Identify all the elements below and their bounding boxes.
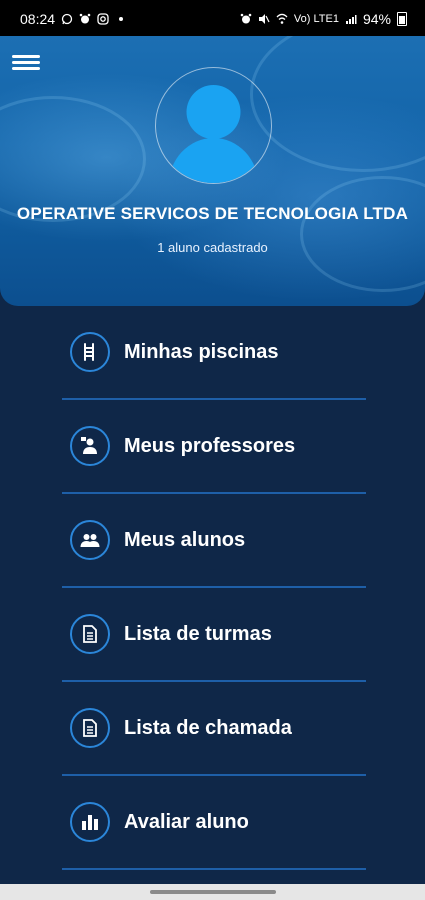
wifi-icon	[276, 13, 288, 24]
alarm-icon	[240, 13, 252, 24]
menu-item-label: Meus professores	[124, 434, 296, 457]
status-time: 08:24	[20, 11, 56, 27]
status-left: 08:24	[20, 11, 124, 27]
profile-header: OPERATIVE SERVICOS DE TECNOLOGIA LTDA 1 …	[0, 36, 425, 306]
system-nav-bar	[0, 884, 425, 900]
document-icon	[70, 708, 110, 748]
teacher-icon	[70, 426, 110, 466]
students-count: 1 aluno cadastrado	[157, 240, 268, 255]
mute-icon	[258, 14, 270, 24]
background-wave	[250, 36, 425, 172]
hamburger-menu-icon[interactable]	[12, 52, 40, 74]
menu-item-lista-de-turmas[interactable]: Lista de turmas	[62, 588, 366, 682]
home-handle[interactable]	[150, 890, 276, 894]
signal-text: Vo) LTE1	[293, 13, 339, 25]
company-name: OPERATIVE SERVICOS DE TECNOLOGIA LTDA	[16, 204, 409, 223]
status-bar: 08:24 Vo) LTE1 94%	[0, 0, 425, 36]
battery-percent: 94%	[362, 11, 391, 27]
user-avatar-icon	[168, 85, 259, 183]
battery-icon	[397, 12, 407, 26]
status-right: Vo) LTE1 94%	[240, 11, 407, 27]
students-icon	[70, 520, 110, 560]
menu-item-label: Lista de turmas	[124, 622, 272, 645]
document-icon	[70, 614, 110, 654]
avatar[interactable]	[155, 67, 272, 184]
menu-item-label: Meus alunos	[124, 528, 246, 551]
signal-icon	[345, 15, 357, 24]
menu-item-label: Avaliar aluno	[124, 810, 249, 833]
menu-item-avaliar-aluno[interactable]: Avaliar aluno	[62, 776, 366, 870]
background-wave	[300, 176, 425, 292]
menu-item-label: Minhas piscinas	[124, 340, 279, 363]
alarm-icon	[79, 13, 91, 24]
chart-bars-icon	[70, 802, 110, 842]
instagram-icon	[97, 13, 109, 25]
pool-ladder-icon	[70, 332, 110, 372]
menu-item-lista-de-chamada[interactable]: Lista de chamada	[62, 682, 366, 776]
main-menu: Minhas piscinas Meus professores Meus al…	[62, 306, 366, 870]
menu-item-meus-professores[interactable]: Meus professores	[62, 400, 366, 494]
menu-item-minhas-piscinas[interactable]: Minhas piscinas	[62, 306, 366, 400]
menu-item-meus-alunos[interactable]: Meus alunos	[62, 494, 366, 588]
whatsapp-icon	[61, 13, 73, 25]
notification-dot-icon	[119, 17, 124, 21]
menu-item-label: Lista de chamada	[124, 716, 292, 739]
